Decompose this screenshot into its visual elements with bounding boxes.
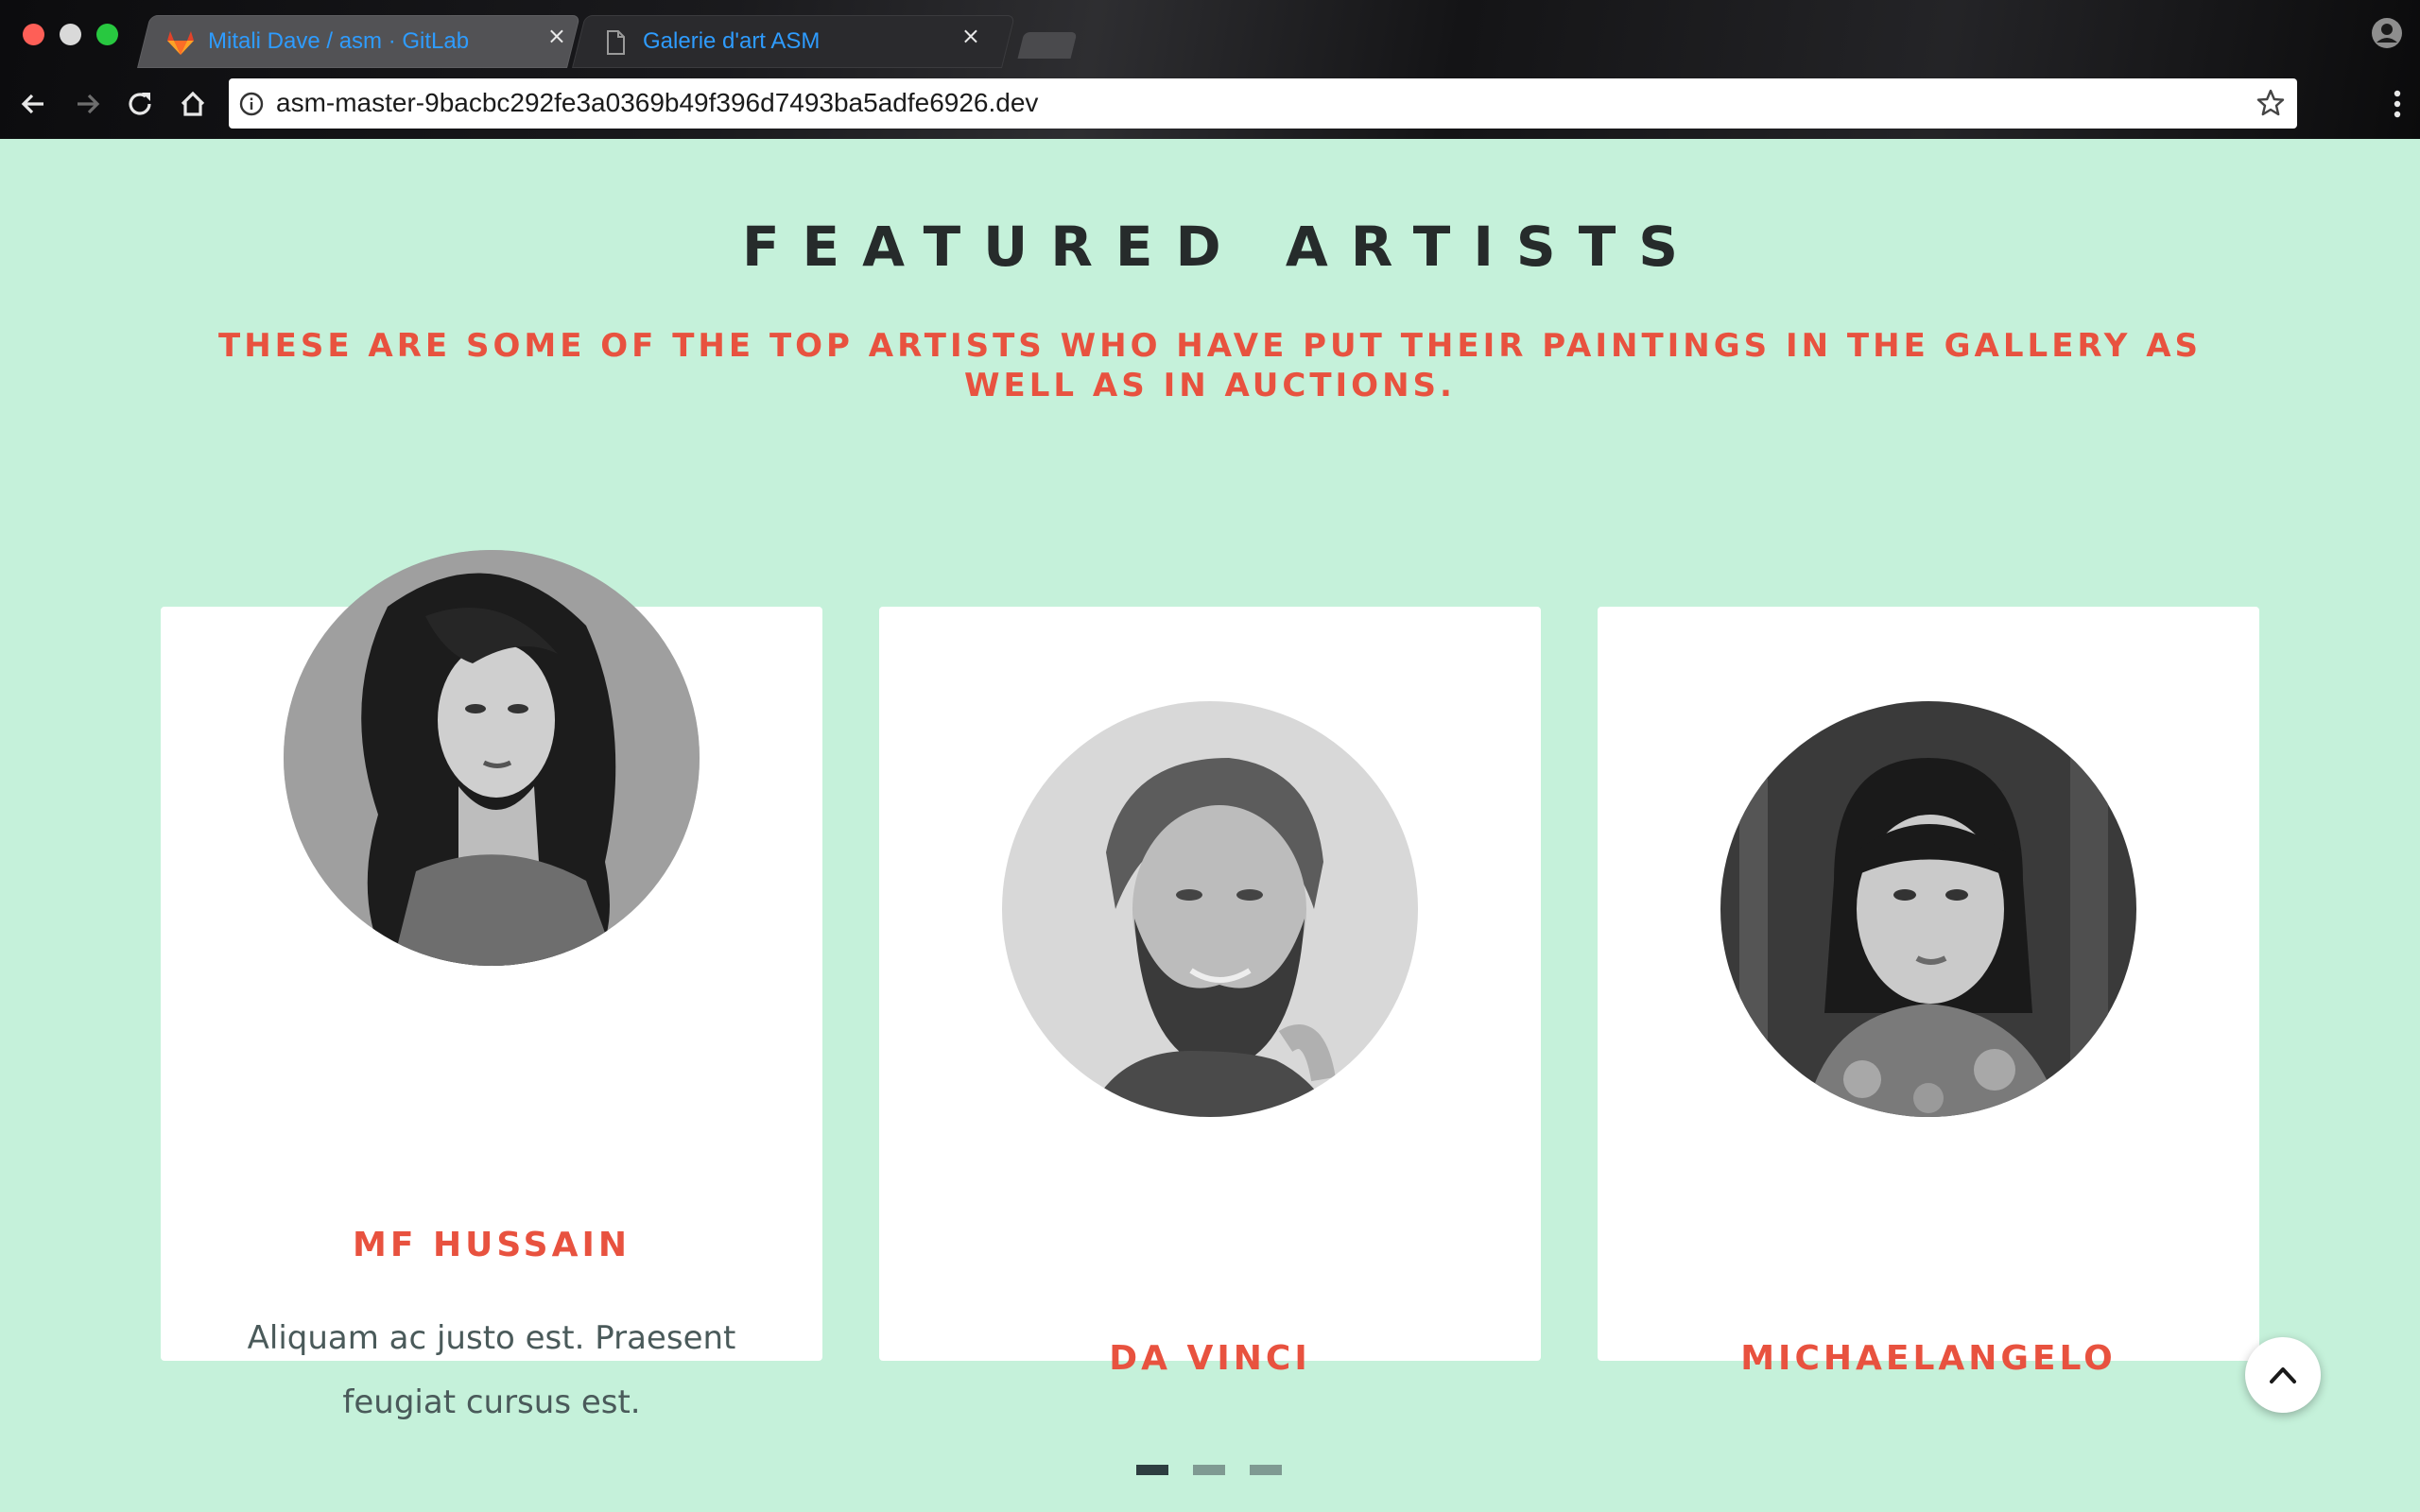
carousel-dot[interactable] bbox=[1136, 1465, 1168, 1475]
tab-close-icon[interactable]: × bbox=[961, 25, 980, 47]
window-close-button[interactable] bbox=[23, 24, 44, 45]
browser-chrome: Mitali Dave / asm · GitLab × Galerie d'a… bbox=[0, 0, 2420, 139]
tab-title: Mitali Dave / asm · GitLab bbox=[208, 28, 470, 54]
tab-close-icon[interactable]: × bbox=[547, 25, 566, 47]
address-bar[interactable]: asm-master-9bacbc292fe3a0369b49f396d7493… bbox=[229, 78, 2297, 129]
artist-photo bbox=[1002, 701, 1418, 1117]
section-subtitle: THESE ARE SOME OF THE TOP ARTISTS WHO HA… bbox=[218, 327, 2202, 404]
arrow-right-icon bbox=[78, 94, 100, 114]
carousel-dot[interactable] bbox=[1193, 1465, 1225, 1475]
portrait-image bbox=[284, 550, 700, 966]
new-tab-shape bbox=[1017, 32, 1078, 59]
back-button[interactable] bbox=[15, 85, 53, 123]
reload-icon bbox=[129, 93, 151, 115]
page-icon bbox=[607, 30, 625, 55]
reload-button[interactable] bbox=[121, 85, 159, 123]
home-button[interactable] bbox=[174, 85, 212, 123]
url-text[interactable]: asm-master-9bacbc292fe3a0369b49f396d7493… bbox=[276, 88, 1038, 118]
forward-button[interactable] bbox=[68, 85, 106, 123]
featured-artists-section: FEATURED ARTISTS THESE ARE SOME OF THE T… bbox=[0, 139, 2420, 1512]
artist-name: DA VINCI bbox=[1109, 1339, 1311, 1378]
browser-menu-icon[interactable] bbox=[2390, 85, 2405, 123]
portrait-image bbox=[1720, 701, 2136, 1117]
info-icon[interactable] bbox=[238, 91, 265, 117]
gitlab-icon bbox=[167, 31, 194, 55]
profile-icon[interactable] bbox=[2371, 17, 2403, 49]
chevron-up-icon bbox=[2270, 1367, 2296, 1383]
carousel-dot[interactable] bbox=[1250, 1465, 1282, 1475]
section-title: FEATURED ARTISTS bbox=[741, 215, 1702, 279]
bookmark-star-icon[interactable] bbox=[2256, 88, 2286, 118]
tab-galerie[interactable]: Galerie d'art ASM × bbox=[572, 15, 1015, 68]
home-icon bbox=[181, 91, 205, 116]
arrow-left-icon bbox=[21, 94, 43, 114]
portrait-image bbox=[1002, 701, 1418, 1117]
artist-name: MICHAELANGELO bbox=[1740, 1339, 2117, 1378]
scroll-to-top-button[interactable] bbox=[2245, 1337, 2321, 1413]
tab-gitlab[interactable]: Mitali Dave / asm · GitLab × bbox=[137, 15, 580, 68]
artist-photo bbox=[1720, 701, 2136, 1117]
new-tab-button[interactable] bbox=[1017, 32, 1078, 59]
artist-name: MF HUSSAIN bbox=[353, 1226, 631, 1264]
window-zoom-button[interactable] bbox=[96, 24, 118, 45]
artist-photo bbox=[284, 550, 700, 966]
window-minimize-button[interactable] bbox=[60, 24, 81, 45]
artist-bio: Aliquam ac justo est. Praesent feugiat c… bbox=[247, 1319, 736, 1421]
tab-title: Galerie d'art ASM bbox=[643, 28, 821, 54]
